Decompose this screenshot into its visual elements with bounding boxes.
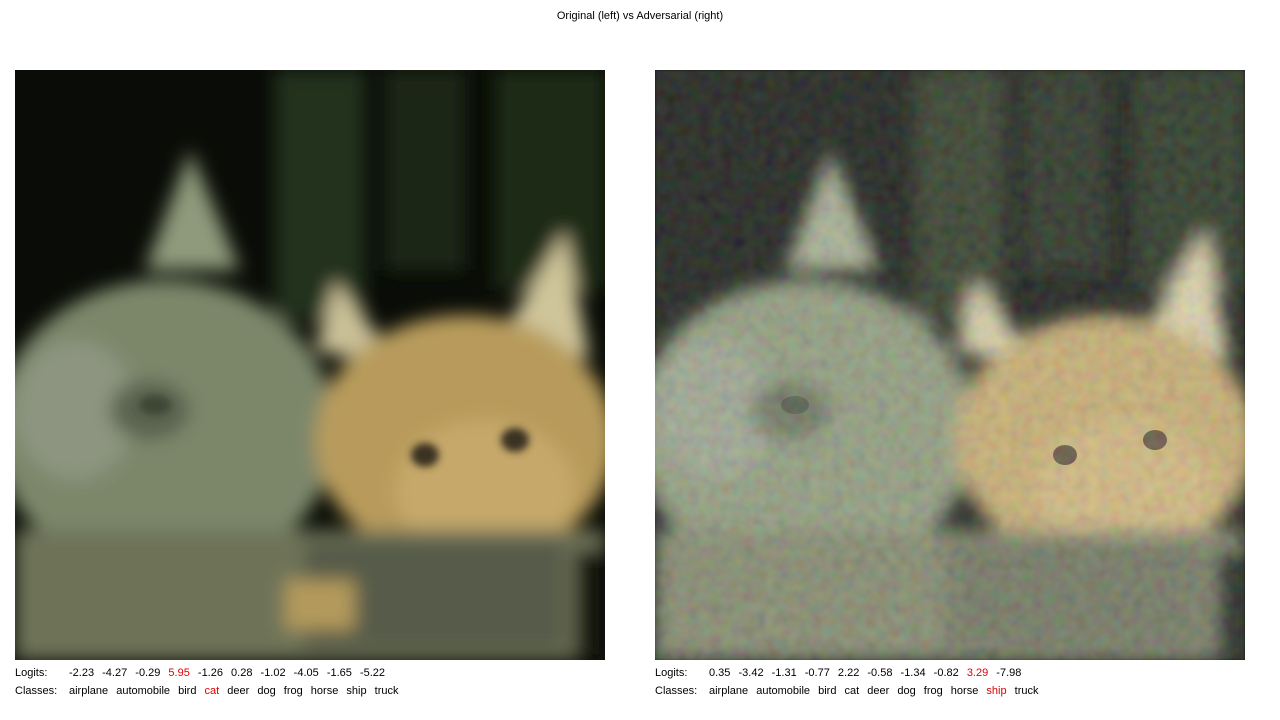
two-kittens-noisy-image [655,70,1245,660]
logit-value: 2.22 [837,667,860,679]
logit-value: 0.35 [709,667,731,679]
class-name: automobile [756,685,811,697]
logit-value: -1.26 [197,667,223,679]
class-name: dog [897,685,916,697]
class-name: airplane [709,685,749,697]
classes-label: Classes: [655,685,698,697]
class-name: dog [257,685,276,697]
logit-value: -4.05 [293,667,319,679]
logit-value: -3.42 [738,667,764,679]
logit-value: -0.82 [933,667,959,679]
logit-value: -7.98 [996,667,1022,679]
class-name: truck [1014,685,1039,697]
logit-value-highlighted: 3.29 [966,667,989,679]
class-name: horse [950,685,979,697]
class-name: deer [227,685,250,697]
class-name: deer [867,685,890,697]
logit-value: -5.22 [359,667,386,679]
class-name-highlighted: ship [986,685,1007,697]
classes-label: Classes: [15,685,58,697]
logit-value: -0.29 [135,667,161,679]
logit-value: -2.23 [69,667,95,679]
original-panel: Logits: -2.23 -4.27 -0.29 5.95 -1.26 0.2… [15,70,605,700]
class-name: automobile [116,685,171,697]
class-name: airplane [69,685,109,697]
class-names: airplane automobile bird cat deer dog fr… [709,682,1043,700]
class-name: frog [283,685,303,697]
logit-value: -0.58 [867,667,893,679]
logit-value: -1.02 [260,667,286,679]
class-name: horse [310,685,339,697]
original-image [15,70,605,660]
logit-value: -1.31 [771,667,797,679]
adversarial-image [655,70,1245,660]
logits-label: Logits: [655,667,688,679]
class-name-highlighted: cat [204,685,220,697]
class-name: truck [374,685,399,697]
logits-row: Logits: 0.35 -3.42 -1.31 -0.77 2.22 -0.5… [655,664,1245,682]
class-name: ship [346,685,367,697]
class-names: airplane automobile bird cat deer dog fr… [69,682,403,700]
two-kittens-image [15,70,605,660]
class-name: frog [923,685,943,697]
logits-label: Logits: [15,667,48,679]
logit-value: 0.28 [231,667,253,679]
classes-row: Classes: airplane automobile bird cat de… [15,682,605,700]
logits-values: -2.23 -4.27 -0.29 5.95 -1.26 0.28 -1.02 … [69,664,390,682]
class-name: bird [178,685,197,697]
logit-value: -0.77 [804,667,830,679]
classes-row: Classes: airplane automobile bird cat de… [655,682,1245,700]
logit-value-highlighted: 5.95 [168,667,190,679]
logits-row: Logits: -2.23 -4.27 -0.29 5.95 -1.26 0.2… [15,664,605,682]
class-name: bird [818,685,837,697]
logit-value: -1.34 [900,667,926,679]
adversarial-panel: Logits: 0.35 -3.42 -1.31 -0.77 2.22 -0.5… [655,70,1245,700]
figure-title: Original (left) vs Adversarial (right) [556,10,724,22]
class-name: cat [844,685,860,697]
logit-value: -1.65 [326,667,352,679]
logits-values: 0.35 -3.42 -1.31 -0.77 2.22 -0.58 -1.34 … [709,664,1026,682]
logit-value: -4.27 [102,667,128,679]
